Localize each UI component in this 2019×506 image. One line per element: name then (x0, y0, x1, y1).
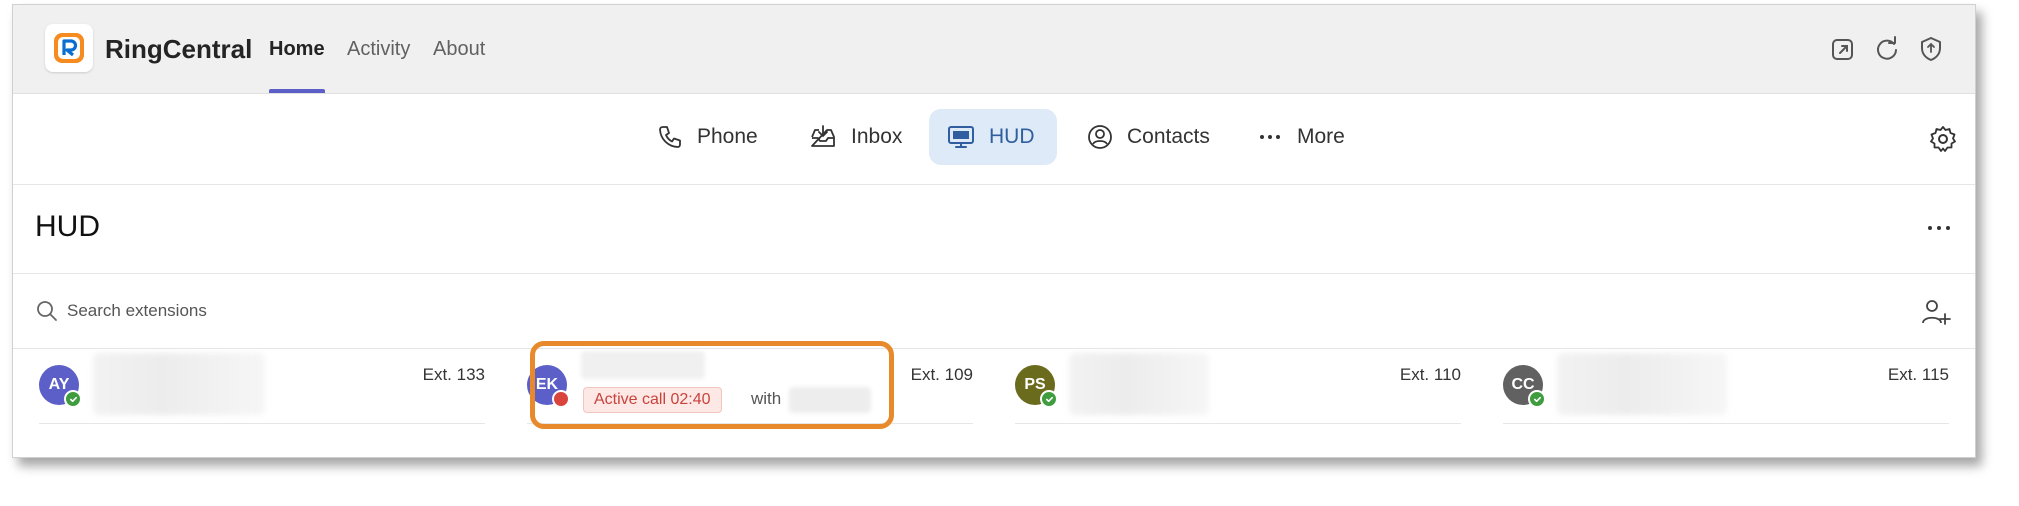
tab-home[interactable]: Home (269, 38, 325, 61)
highlight-box (530, 341, 894, 429)
redacted-name (1069, 353, 1209, 415)
tab-activity[interactable]: Activity (347, 38, 410, 61)
search-icon (37, 301, 57, 321)
ringcentral-logo-icon (45, 24, 93, 72)
refresh-icon[interactable] (1873, 35, 1901, 63)
nav-contacts-label: Contacts (1127, 125, 1210, 148)
extension-number: Ext. 110 (1399, 365, 1461, 384)
ellipsis-icon (1260, 135, 1280, 139)
extension-number: Ext. 133 (422, 365, 485, 384)
redacted-name (1557, 353, 1727, 415)
more-options-icon[interactable] (1925, 218, 1953, 238)
nav-hud-label: HUD (989, 125, 1035, 148)
nav-phone-label: Phone (697, 125, 758, 148)
extension-card[interactable]: CC Ext. 115 (1503, 349, 1949, 424)
tab-about[interactable]: About (433, 38, 485, 61)
teams-app-window: RingCentral Home Activity About Phone In… (12, 4, 1976, 458)
presence-available-icon (1528, 390, 1546, 408)
inbox-icon (811, 125, 835, 147)
nav-inbox-label: Inbox (851, 125, 903, 148)
phone-icon (659, 126, 681, 148)
monitor-icon (948, 126, 974, 148)
presence-available-icon (64, 390, 82, 408)
extension-number: Ext. 109 (910, 365, 973, 384)
nav-phone[interactable]: Phone (639, 109, 776, 165)
add-user-icon[interactable] (1921, 298, 1951, 326)
avatar: AY (39, 365, 82, 408)
extension-card[interactable]: AY Ext. 133 (39, 349, 485, 424)
nav-more[interactable]: More (1239, 109, 1363, 165)
active-tab-indicator (269, 89, 325, 93)
redacted-name (93, 353, 265, 415)
nav-more-label: More (1297, 125, 1345, 148)
extension-card[interactable]: PS Ext. 110 (1015, 349, 1461, 424)
app-title: RingCentral (105, 34, 253, 64)
nav-hud[interactable]: HUD (929, 109, 1057, 165)
extension-number: Ext. 115 (1887, 365, 1949, 384)
search-bar (13, 274, 1975, 349)
search-input[interactable] (65, 294, 669, 328)
nav-inbox[interactable]: Inbox (791, 109, 920, 165)
app-header: RingCentral Home Activity About (13, 5, 1975, 94)
gear-icon[interactable] (1929, 125, 1957, 153)
contact-icon (1088, 125, 1112, 149)
popout-icon[interactable] (1829, 35, 1857, 63)
ringcentral-nav: Phone Inbox HUD Contacts More (13, 94, 1975, 185)
presence-available-icon (1040, 390, 1058, 408)
avatar: CC (1503, 365, 1546, 408)
page-title: HUD (35, 210, 100, 243)
nav-contacts[interactable]: Contacts (1069, 109, 1228, 165)
avatar: PS (1015, 365, 1058, 408)
shield-icon[interactable] (1917, 35, 1945, 63)
hud-header: HUD (13, 185, 1975, 274)
